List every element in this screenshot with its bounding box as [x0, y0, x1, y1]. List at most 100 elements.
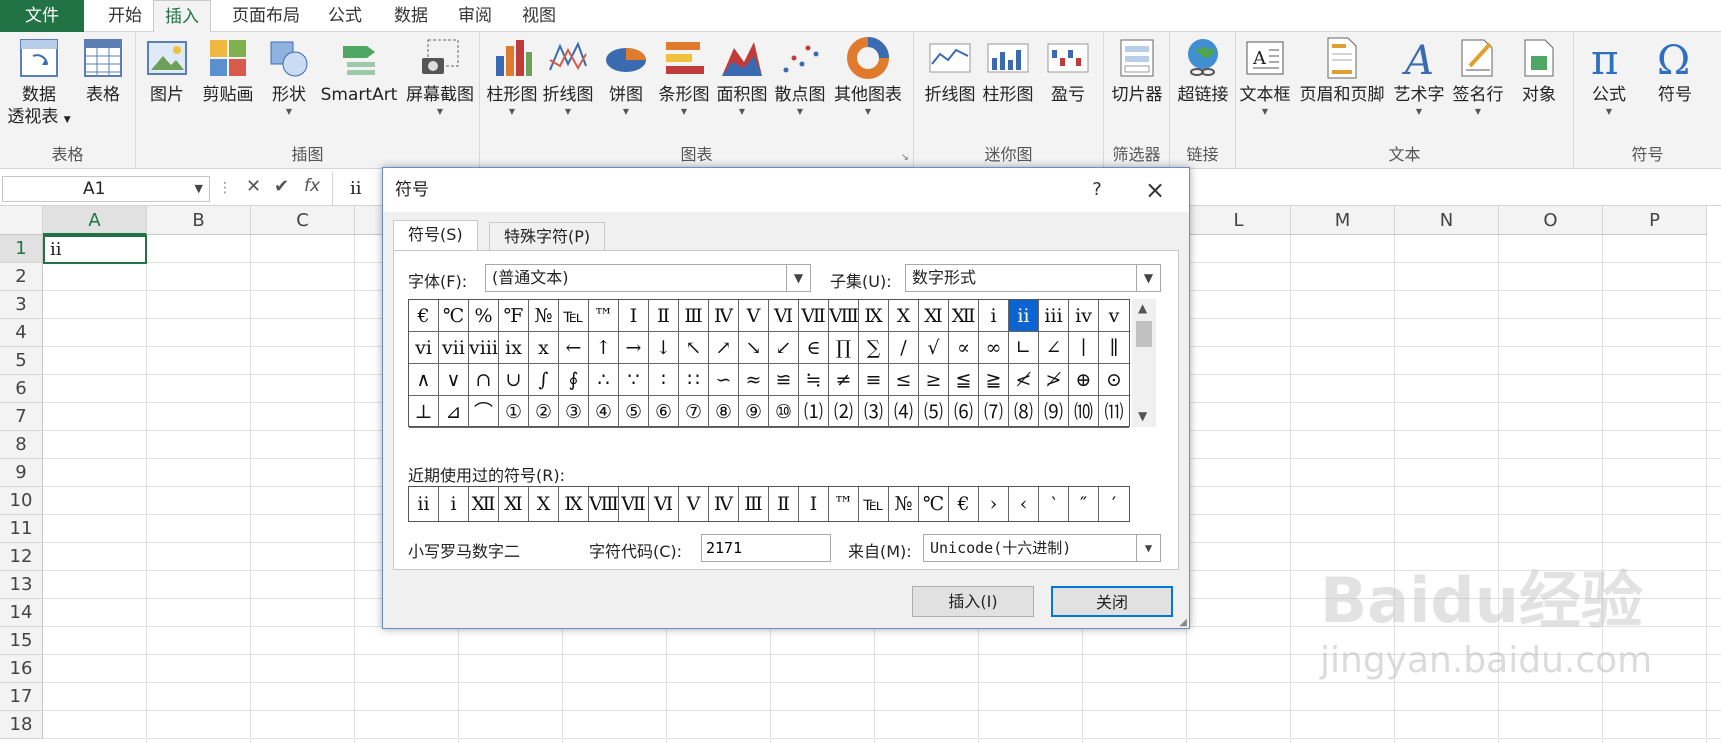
symbol-cell[interactable]: ∪: [499, 364, 529, 396]
recent-symbol-cell[interactable]: ℡: [859, 487, 889, 521]
dialog-launcher-icon[interactable]: ↘: [901, 152, 909, 163]
pie-chart-button[interactable]: 饼图 ▼: [598, 36, 654, 118]
recent-symbol-cell[interactable]: №: [889, 487, 919, 521]
sparkline-column-button[interactable]: 柱形图: [980, 36, 1036, 106]
row-header-10[interactable]: 10: [0, 487, 43, 515]
symbol-cell[interactable]: ℡: [559, 300, 589, 332]
symbol-cell[interactable]: ∨: [439, 364, 469, 396]
tab-view[interactable]: 视图: [516, 0, 562, 32]
symbol-cell[interactable]: ④: [589, 396, 619, 428]
tab-file[interactable]: 文件: [0, 0, 84, 32]
column-header-p[interactable]: P: [1603, 206, 1707, 235]
symbol-cell[interactable]: ≦: [949, 364, 979, 396]
font-select[interactable]: (普通文本) ▼: [485, 264, 811, 292]
symbol-cell[interactable]: ∟: [1009, 332, 1039, 364]
symbol-cell[interactable]: ∩: [469, 364, 499, 396]
symbol-cell[interactable]: ⊥: [409, 396, 439, 428]
symbol-cell[interactable]: √: [919, 332, 949, 364]
symbol-cell[interactable]: ↘: [739, 332, 769, 364]
row-header-13[interactable]: 13: [0, 571, 43, 599]
wordart-button[interactable]: A 艺术字 ▼: [1390, 36, 1448, 118]
character-code-input[interactable]: [701, 534, 831, 562]
recent-symbol-cell[interactable]: Ⅶ: [619, 487, 649, 521]
symbol-cell[interactable]: ⑧: [709, 396, 739, 428]
recent-symbol-cell[interactable]: ‵: [1039, 487, 1069, 521]
symbol-cell[interactable]: ⅴ: [1099, 300, 1129, 332]
close-button[interactable]: 关闭: [1051, 586, 1173, 617]
recent-symbol-cell[interactable]: Ⅱ: [769, 487, 799, 521]
symbol-cell[interactable]: ∠: [1039, 332, 1069, 364]
symbol-cell[interactable]: ∽: [709, 364, 739, 396]
symbol-cell[interactable]: ℃: [439, 300, 469, 332]
row-header-5[interactable]: 5: [0, 347, 43, 375]
tab-review[interactable]: 审阅: [452, 0, 498, 32]
symbol-cell[interactable]: Ⅵ: [769, 300, 799, 332]
symbol-cell[interactable]: ⑵: [829, 396, 859, 428]
chevron-down-icon[interactable]: ▼: [1136, 265, 1160, 291]
tab-formulas[interactable]: 公式: [322, 0, 368, 32]
symbol-cell[interactable]: ↑: [589, 332, 619, 364]
help-button[interactable]: ?: [1077, 168, 1117, 212]
symbol-cell[interactable]: ⅲ: [1039, 300, 1069, 332]
row-header-9[interactable]: 9: [0, 459, 43, 487]
recent-symbol-cell[interactable]: Ⅰ: [799, 487, 829, 521]
recent-symbol-cell[interactable]: Ⅺ: [499, 487, 529, 521]
recent-symbol-cell[interactable]: ′: [1099, 487, 1129, 521]
symbol-cell[interactable]: ⊿: [439, 396, 469, 428]
object-button[interactable]: 对象: [1510, 36, 1568, 106]
column-chart-button[interactable]: 柱形图 ▼: [484, 36, 540, 118]
symbol-cell[interactable]: ∧: [409, 364, 439, 396]
tab-page-layout[interactable]: 页面布局: [222, 0, 310, 32]
symbol-cell[interactable]: Ⅷ: [829, 300, 859, 332]
symbol-cell[interactable]: ∞: [979, 332, 1009, 364]
resize-grip-icon[interactable]: ◢: [1179, 617, 1187, 628]
hyperlink-button[interactable]: 超链接: [1174, 36, 1232, 106]
symbol-cell[interactable]: Ⅻ: [949, 300, 979, 332]
symbol-cell[interactable]: №: [529, 300, 559, 332]
recent-symbol-cell[interactable]: Ⅷ: [589, 487, 619, 521]
symbol-cell[interactable]: ≠: [829, 364, 859, 396]
symbol-cell[interactable]: ←: [559, 332, 589, 364]
symbol-cell[interactable]: %: [469, 300, 499, 332]
symbol-cell[interactable]: Ⅹ: [889, 300, 919, 332]
subset-select[interactable]: 数字形式 ▼: [905, 264, 1161, 292]
symbol-cell[interactable]: ①: [499, 396, 529, 428]
textbox-button[interactable]: A 文本框 ▼: [1236, 36, 1294, 118]
recent-symbol-cell[interactable]: ℃: [919, 487, 949, 521]
column-header-l[interactable]: L: [1187, 206, 1291, 235]
row-header-2[interactable]: 2: [0, 263, 43, 291]
symbol-cell[interactable]: ③: [559, 396, 589, 428]
symbol-cell[interactable]: ⌒: [469, 396, 499, 428]
header-footer-button[interactable]: 页眉和页脚: [1294, 36, 1390, 106]
name-box[interactable]: A1 ▼: [2, 176, 210, 202]
line-chart-button[interactable]: 折线图 ▼: [540, 36, 596, 118]
symbol-cell[interactable]: ∑: [859, 332, 889, 364]
column-header-m[interactable]: M: [1291, 206, 1395, 235]
recent-symbol-cell[interactable]: Ⅹ: [529, 487, 559, 521]
equation-button[interactable]: π 公式 ▼: [1580, 35, 1638, 118]
column-header-o[interactable]: O: [1499, 206, 1603, 235]
symbol-cell[interactable]: Ⅱ: [649, 300, 679, 332]
close-icon[interactable]: ×: [1135, 168, 1175, 212]
symbol-cell[interactable]: Ⅶ: [799, 300, 829, 332]
symbol-cell[interactable]: ⊕: [1069, 364, 1099, 396]
symbol-cell[interactable]: ∫: [529, 364, 559, 396]
slicer-button[interactable]: 切片器: [1108, 36, 1166, 106]
row-header-12[interactable]: 12: [0, 543, 43, 571]
picture-button[interactable]: 图片: [142, 36, 192, 106]
symbol-cell[interactable]: ⑩: [769, 396, 799, 428]
symbol-cell[interactable]: ∝: [949, 332, 979, 364]
symbol-cell[interactable]: ∥: [1099, 332, 1129, 364]
symbol-cell[interactable]: ≯: [1039, 364, 1069, 396]
scroll-up-icon[interactable]: ▲: [1138, 301, 1147, 315]
row-header-8[interactable]: 8: [0, 431, 43, 459]
symbol-cell[interactable]: ∷: [679, 364, 709, 396]
symbol-cell[interactable]: ⅱ: [1009, 300, 1039, 332]
symbol-button[interactable]: Ω 符号: [1646, 36, 1704, 106]
symbol-cell[interactable]: ≤: [889, 364, 919, 396]
recent-symbol-cell[interactable]: Ⅵ: [649, 487, 679, 521]
recent-symbol-cell[interactable]: €: [949, 487, 979, 521]
symbol-cell[interactable]: Ⅳ: [709, 300, 739, 332]
row-header-11[interactable]: 11: [0, 515, 43, 543]
signature-line-button[interactable]: 签名行 ▼: [1448, 36, 1508, 118]
